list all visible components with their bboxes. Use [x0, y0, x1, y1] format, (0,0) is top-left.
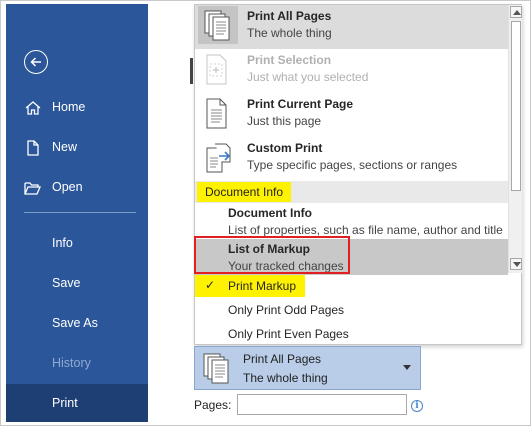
- home-icon: [25, 101, 41, 115]
- sidebar-divider: [24, 212, 136, 213]
- toggle-label: Only Print Even Pages: [228, 327, 349, 341]
- nav-open[interactable]: Open: [6, 170, 148, 206]
- option-desc: Just what you selected: [247, 70, 369, 84]
- option-desc: Your tracked changes: [228, 259, 344, 273]
- toggle-label: Only Print Odd Pages: [228, 303, 345, 317]
- nav-open-label: Open: [52, 180, 83, 194]
- selection-page-icon: [206, 54, 227, 85]
- nav-home-label: Home: [52, 100, 86, 114]
- option-list-of-markup[interactable]: List of Markup Your tracked changes: [195, 239, 508, 275]
- custom-print-icon: [206, 143, 231, 173]
- toggle-print-markup[interactable]: ✓ Print Markup: [195, 275, 305, 297]
- new-document-icon: [27, 140, 39, 156]
- print-what-combobox[interactable]: Print All Pages The whole thing: [194, 346, 421, 390]
- dropdown-scrollbar[interactable]: [508, 5, 522, 273]
- option-title: List of Markup: [228, 242, 311, 256]
- chevron-down-icon: [403, 365, 411, 370]
- nav-print-label: Print: [52, 396, 78, 410]
- scroll-up-button[interactable]: [510, 6, 522, 18]
- back-button[interactable]: [24, 50, 48, 74]
- nav-save-as-label: Save As: [52, 316, 98, 330]
- nav-save-label: Save: [52, 276, 81, 290]
- nav-new[interactable]: New: [6, 130, 148, 166]
- pages-stack-icon: [203, 353, 229, 384]
- nav-save[interactable]: Save: [6, 266, 148, 302]
- option-desc: The whole thing: [247, 26, 332, 40]
- nav-save-as[interactable]: Save As: [6, 306, 148, 342]
- backstage-sidebar: Home New Open Info Save Save As History …: [6, 4, 148, 422]
- nav-info-label: Info: [52, 236, 73, 250]
- combo-title: Print All Pages: [243, 352, 322, 366]
- option-document-info[interactable]: Document Info List of properties, such a…: [195, 203, 508, 239]
- chevron-up-icon: [513, 10, 521, 15]
- pane-edge-marker: [190, 58, 193, 84]
- single-page-icon: [206, 98, 227, 129]
- nav-history-label: History: [52, 356, 91, 370]
- nav-new-label: New: [52, 140, 78, 154]
- option-print-selection: Print Selection Just what you selected: [195, 49, 508, 93]
- info-icon[interactable]: i: [411, 400, 423, 412]
- chevron-down-icon: [513, 262, 521, 267]
- scroll-down-button[interactable]: [510, 258, 522, 270]
- back-arrow-icon: [30, 57, 41, 67]
- nav-history: History: [6, 346, 148, 382]
- option-custom-print[interactable]: Custom Print Type specific pages, sectio…: [195, 137, 508, 181]
- open-folder-icon: [24, 182, 41, 195]
- nav-info[interactable]: Info: [6, 226, 148, 262]
- option-title: Print Current Page: [247, 97, 354, 111]
- combo-desc: The whole thing: [243, 371, 328, 385]
- option-desc: Just this page: [247, 114, 322, 128]
- option-title: Document Info: [228, 206, 312, 220]
- option-title: Print All Pages: [247, 9, 332, 23]
- scroll-thumb[interactable]: [511, 21, 521, 191]
- toggle-label: Print Markup: [228, 279, 297, 293]
- option-title: Custom Print: [247, 141, 323, 155]
- option-print-all-pages[interactable]: Print All Pages The whole thing: [195, 5, 508, 49]
- print-what-dropdown-list: Print All Pages The whole thing Print Se…: [194, 4, 522, 345]
- option-desc: Type specific pages, sections or ranges: [247, 158, 458, 172]
- section-header-document-info: Document Info: [195, 181, 508, 203]
- option-print-current-page[interactable]: Print Current Page Just this page: [195, 93, 508, 137]
- option-desc: List of properties, such as file name, a…: [228, 223, 503, 237]
- section-header-label: Document Info: [197, 182, 292, 202]
- pages-label: Pages:: [194, 398, 232, 412]
- toggle-only-even-pages[interactable]: Only Print Even Pages: [195, 323, 523, 345]
- option-title: Print Selection: [247, 53, 332, 67]
- pages-stack-icon: [204, 10, 230, 41]
- nav-print[interactable]: Print: [6, 384, 148, 422]
- toggle-only-odd-pages[interactable]: Only Print Odd Pages: [195, 299, 523, 321]
- pages-input[interactable]: [237, 394, 407, 415]
- checkmark-icon: ✓: [205, 278, 216, 292]
- nav-home[interactable]: Home: [6, 90, 148, 126]
